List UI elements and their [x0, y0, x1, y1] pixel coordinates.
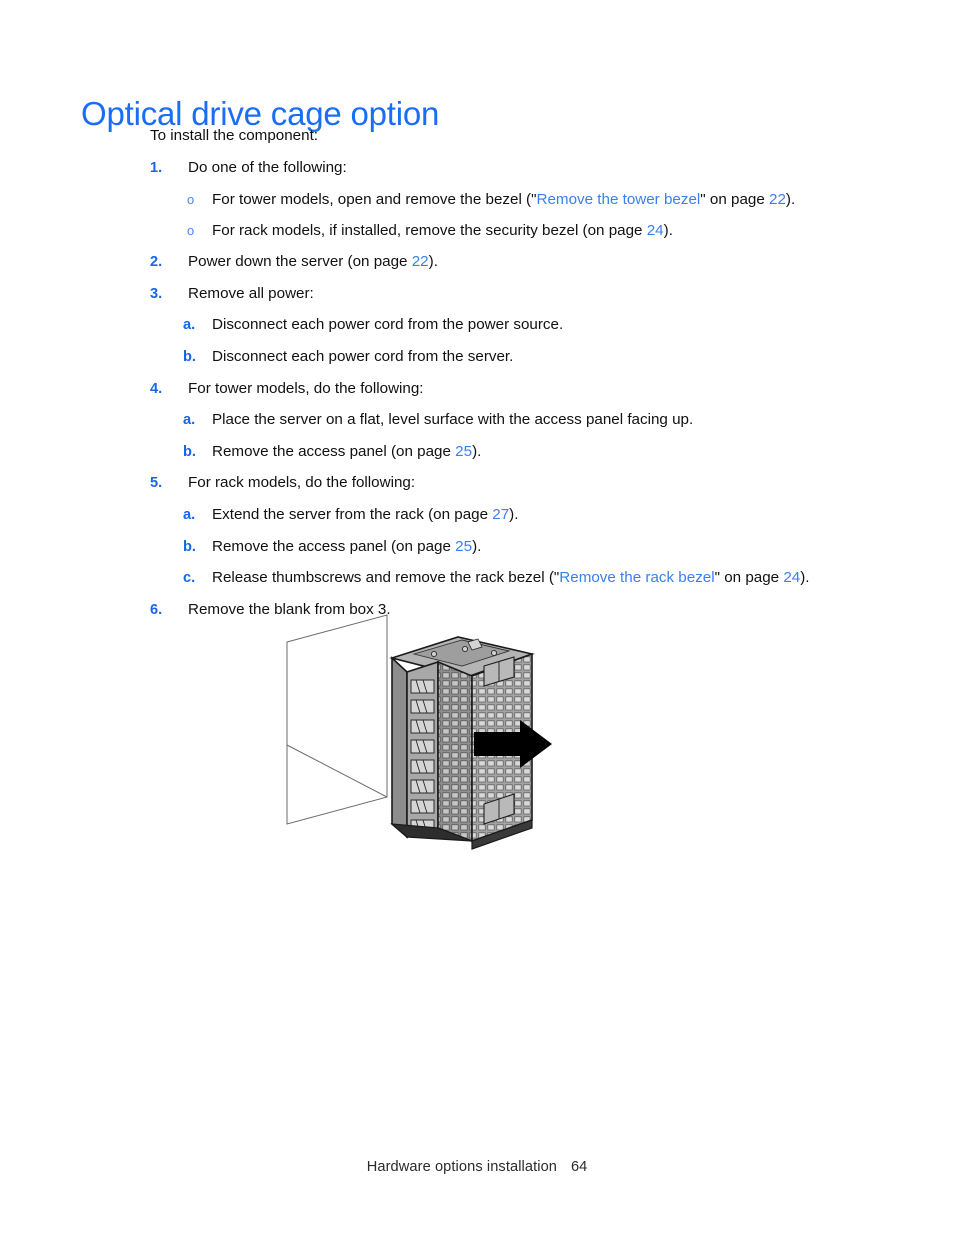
page-footer: Hardware options installation 64: [0, 1159, 954, 1175]
list-item: b. Disconnect each power cord from the s…: [183, 349, 890, 365]
list-item: o For rack models, if installed, remove …: [187, 223, 890, 238]
list-marker: c.: [183, 570, 196, 587]
text-segment: For tower models, open and remove the be…: [212, 190, 537, 208]
list-marker: 6.: [150, 601, 163, 618]
list-marker: 3.: [150, 285, 163, 302]
list-text: For rack models, if installed, remove th…: [212, 223, 890, 238]
page-reference[interactable]: 22: [769, 191, 786, 208]
text-segment: Power down the server (on page: [188, 253, 412, 271]
list-bullet: o: [187, 223, 195, 238]
list-item: c. Release thumbscrews and remove the ra…: [183, 570, 890, 586]
text-segment: ).: [663, 222, 673, 239]
list-text: Place the server on a flat, level surfac…: [212, 411, 694, 429]
page-reference[interactable]: 25: [455, 538, 472, 555]
list-item: 3. Remove all power:: [150, 286, 890, 302]
list-marker: b.: [183, 538, 196, 555]
document-page: Optical drive cage option To install the…: [0, 0, 954, 1235]
intro-text: To install the component:: [150, 127, 319, 144]
bay-opening-wireframe: [286, 614, 388, 825]
list-text: Power down the server (on page 22).: [188, 254, 890, 269]
list-marker: 5.: [150, 475, 163, 492]
list-text: Remove the access panel (on page 25).: [212, 537, 890, 555]
list-item: a. Place the server on a flat, level sur…: [183, 412, 890, 428]
list-marker: 2.: [150, 254, 163, 271]
page-reference[interactable]: 24: [783, 569, 800, 586]
text-segment: " on page: [700, 190, 770, 208]
list-bullet: o: [187, 191, 195, 207]
list-marker: a.: [183, 317, 196, 334]
list-item: 5. For rack models, do the following:: [150, 475, 890, 491]
list-text: Extend the server from the rack (on page…: [212, 507, 890, 522]
page-reference[interactable]: 22: [412, 253, 429, 270]
list-text: For tower models, do the following:: [188, 379, 424, 397]
text-segment: Release thumbscrews and remove the rack …: [212, 569, 560, 587]
text-segment: ).: [472, 442, 482, 460]
text-segment: ).: [472, 537, 482, 555]
list-item: 4. For tower models, do the following:: [150, 379, 890, 397]
text-segment: ).: [428, 253, 438, 271]
procedure-body: To install the component: 1. Do one of t…: [150, 128, 890, 633]
figure-optical-drive-blank-removal: [262, 592, 582, 872]
text-segment: Extend the server from the rack (on page: [212, 505, 493, 523]
list-text: For tower models, open and remove the be…: [212, 192, 890, 207]
list-marker: b.: [183, 443, 196, 460]
text-segment: For rack models, if installed, remove th…: [212, 222, 647, 239]
list-text: Disconnect each power cord from the serv…: [212, 347, 514, 365]
cross-reference-link[interactable]: Remove the tower bezel: [537, 191, 701, 208]
text-segment: Remove the access panel (on page: [212, 537, 456, 555]
list-marker: b.: [183, 348, 196, 365]
list-item: 2. Power down the server (on page 22).: [150, 254, 890, 270]
list-item: 1. Do one of the following:: [150, 160, 890, 176]
list-text: Do one of the following:: [188, 159, 347, 177]
text-segment: Remove the access panel (on page: [212, 442, 456, 460]
cross-reference-link[interactable]: Remove the rack bezel: [559, 569, 714, 586]
list-item: a. Disconnect each power cord from the p…: [183, 317, 890, 333]
text-segment: ).: [785, 190, 796, 208]
list-text: Release thumbscrews and remove the rack …: [212, 570, 890, 585]
list-text: Disconnect each power cord from the powe…: [212, 316, 564, 334]
list-item: o For tower models, open and remove the …: [187, 192, 890, 207]
page-reference[interactable]: 27: [492, 506, 509, 523]
list-marker: 4.: [150, 380, 163, 397]
footer-section-title: Hardware options installation: [366, 1159, 558, 1175]
list-text: Remove all power:: [188, 284, 314, 302]
list-text: Remove the access panel (on page 25).: [212, 444, 890, 459]
page-reference[interactable]: 24: [647, 222, 664, 239]
footer-page-number: 64: [571, 1159, 588, 1175]
list-marker: 1.: [150, 160, 163, 177]
text-segment: " on page: [714, 569, 784, 587]
list-item: b. Remove the access panel (on page 25).: [183, 537, 890, 555]
list-item: b. Remove the access panel (on page 25).: [183, 444, 890, 460]
list-marker: a.: [183, 412, 196, 429]
text-segment: ).: [800, 569, 810, 587]
list-item: a. Extend the server from the rack (on p…: [183, 507, 890, 523]
page-reference[interactable]: 25: [455, 443, 472, 460]
text-segment: ).: [509, 505, 519, 523]
list-text: For rack models, do the following:: [188, 474, 416, 492]
list-marker: a.: [183, 506, 196, 523]
